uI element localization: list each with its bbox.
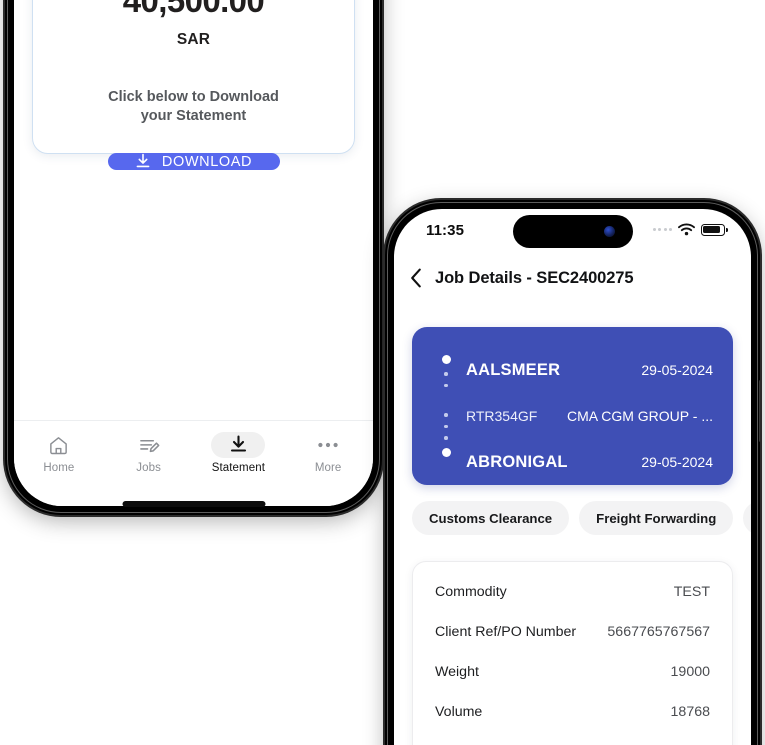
tab-statement-icon-wrap (211, 432, 266, 458)
home-icon (50, 436, 68, 454)
status-bar-indicators (652, 223, 728, 236)
route-progress-indicator (440, 355, 452, 457)
tab-jobs[interactable]: Jobs (104, 432, 194, 474)
left-phone-mockup: PDF 40,500.00 SAR Click below to Downloa… (5, 0, 382, 515)
route-dots-lower (444, 406, 448, 448)
download-hint-text: Click below to Download your Statement (108, 88, 279, 126)
power-button[interactable] (759, 380, 760, 442)
download-hint-line2: your Statement (140, 108, 247, 125)
dynamic-island (512, 215, 633, 248)
origin-date: 29-05-2024 (641, 362, 713, 378)
detail-key: Client Ref/PO Number (435, 624, 577, 640)
tab-more-icon-wrap (301, 432, 355, 458)
detail-row: Weight 19000 (435, 652, 710, 692)
tab-jobs-icon-wrap (122, 432, 176, 458)
chip-customs-clearance[interactable]: Customs Clearance (412, 501, 570, 535)
wifi-icon (678, 223, 695, 236)
battery-full-icon (701, 223, 728, 236)
download-hint-line1: Click below to Download (108, 89, 279, 105)
route-reference: RTR354GF (466, 408, 538, 424)
destination-port-name: ABRONIGAL (466, 453, 568, 471)
tab-home-icon-wrap (32, 432, 86, 458)
status-bar-time: 11:35 (426, 222, 465, 239)
detail-row: Shipper 756766576 (435, 732, 710, 745)
tab-home[interactable]: Home (14, 432, 104, 474)
statement-currency: SAR (176, 31, 211, 48)
route-destination-dot (441, 448, 451, 457)
detail-value: 5667765767567 (607, 624, 710, 640)
route-destination-row: ABRONIGAL 29-05-2024 (466, 453, 713, 472)
detail-key: Weight (435, 664, 479, 680)
screenshot-canvas: PDF 40,500.00 SAR Click below to Downloa… (0, 0, 765, 745)
detail-key: Commodity (435, 584, 507, 600)
route-origin-row: AALSMEER 29-05-2024 (466, 361, 713, 380)
detail-row: Commodity TEST (435, 572, 710, 612)
detail-row: Client Ref/PO Number 5667765767567 (435, 612, 710, 652)
tab-more-label: More (314, 462, 342, 474)
chip-freight-forwarding[interactable]: Freight Forwarding (579, 501, 734, 535)
download-icon (230, 435, 246, 452)
statement-screen-body: PDF 40,500.00 SAR Click below to Downloa… (14, 0, 373, 506)
left-phone-screen: PDF 40,500.00 SAR Click below to Downloa… (14, 0, 373, 506)
destination-date: 29-05-2024 (641, 454, 713, 470)
edit-list-icon (139, 439, 160, 452)
detail-key: Volume (435, 704, 483, 720)
statement-card: PDF 40,500.00 SAR Click below to Downloa… (32, 0, 355, 171)
route-grid: AALSMEER 29-05-2024 RTR354GF CMA CGM GRO… (430, 345, 713, 471)
detail-value: 18768 (670, 704, 710, 720)
route-reference-row: RTR354GF CMA CGM GROUP - ... (466, 408, 713, 424)
statement-amount: 40,500.00 (122, 0, 265, 19)
tab-home-label: Home (43, 462, 75, 474)
download-icon (136, 153, 150, 168)
download-button[interactable]: DOWNLOAD (107, 153, 280, 171)
route-carrier: CMA CGM GROUP - ... (567, 408, 713, 424)
right-phone-screen: 11:35 Job Details - SEC2400275 AALSMEER … (394, 209, 751, 745)
job-details-header: Job Details - SEC2400275 (394, 257, 751, 299)
detail-value: 19000 (670, 664, 710, 680)
front-camera-icon (603, 226, 615, 237)
signal-dots-icon (652, 228, 672, 231)
page-title: Job Details - SEC2400275 (435, 268, 634, 287)
origin-port-name: AALSMEER (466, 361, 561, 379)
job-details-card: Commodity TEST Client Ref/PO Number 5667… (412, 561, 733, 745)
home-indicator (122, 501, 265, 507)
tab-more[interactable]: More (283, 432, 373, 474)
right-phone-mockup: 11:35 Job Details - SEC2400275 AALSMEER … (385, 200, 760, 745)
download-button-label: DOWNLOAD (161, 153, 253, 170)
detail-row: Volume 18768 (435, 692, 710, 732)
chip-packing[interactable]: Packing (743, 501, 751, 535)
tab-statement-label: Statement (211, 462, 266, 474)
ellipsis-icon (318, 442, 338, 448)
route-origin-dot (441, 355, 451, 364)
tab-statement[interactable]: Statement (194, 432, 284, 474)
detail-value: TEST (673, 584, 710, 600)
service-chips-row[interactable]: Customs Clearance Freight Forwarding Pac… (394, 501, 751, 535)
tab-jobs-label: Jobs (136, 462, 161, 474)
bottom-tabbar: Home Jobs Statement More (14, 420, 373, 506)
chevron-left-icon[interactable] (410, 268, 422, 288)
route-dots-upper (444, 364, 448, 406)
status-bar: 11:35 (394, 209, 751, 253)
route-summary-card[interactable]: AALSMEER 29-05-2024 RTR354GF CMA CGM GRO… (412, 327, 733, 485)
